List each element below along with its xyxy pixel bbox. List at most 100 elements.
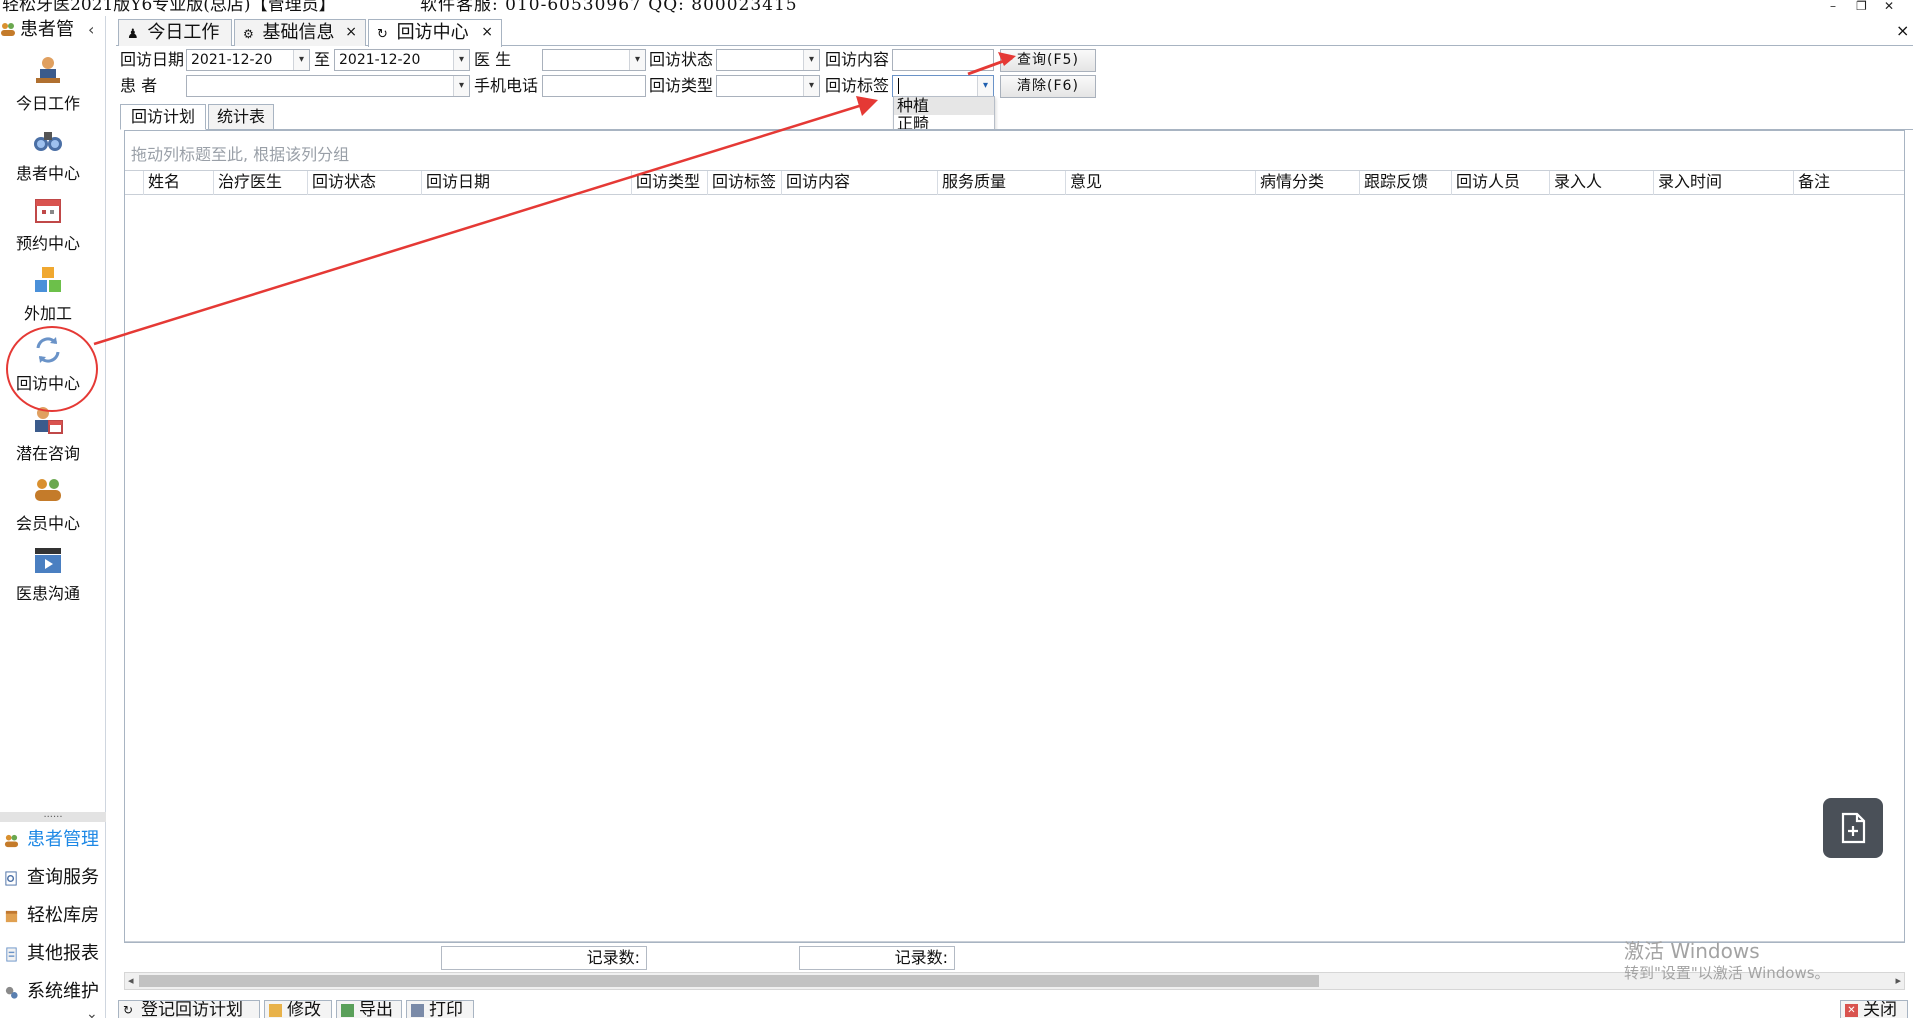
- sidebar-item-label: 患者中心: [15, 164, 80, 183]
- sidebar-item-appointment[interactable]: 预约中心: [0, 194, 96, 264]
- sidebar-header-label: 患者管: [20, 19, 74, 40]
- toolbar-label: 打印: [429, 1000, 463, 1018]
- type-select[interactable]: ▾: [716, 75, 820, 97]
- gears-icon: [5, 986, 18, 999]
- col-header[interactable]: 病情分类: [1255, 171, 1359, 195]
- scrollbar-thumb[interactable]: [139, 975, 1319, 987]
- sidebar-item-external-processing[interactable]: 外加工: [0, 264, 96, 334]
- chevron-down-icon[interactable]: ▾: [629, 50, 645, 70]
- clear-button[interactable]: 清除(F6): [1000, 75, 1096, 98]
- person-desk-icon: ♟: [127, 27, 139, 42]
- chevron-down-icon[interactable]: ▾: [803, 50, 819, 70]
- close-window-button[interactable]: ✕: [1884, 0, 1894, 12]
- sidebar-splitter[interactable]: ......: [0, 810, 106, 822]
- content-input[interactable]: [892, 49, 994, 71]
- refresh-icon: ↻: [377, 27, 388, 42]
- status-select[interactable]: ▾: [716, 49, 820, 71]
- date-from-picker[interactable]: 2021-12-20 ▾: [186, 49, 310, 71]
- patient-select[interactable]: ▾: [186, 75, 470, 97]
- sidebar-item-today-work[interactable]: 今日工作: [0, 54, 96, 124]
- toolbar-label: 导出: [359, 1000, 393, 1018]
- binoculars-icon: [34, 132, 62, 151]
- document-tabs: ♟ 今日工作 ⚙ 基础信息 × ↻ 回访中心 × ×: [116, 16, 1913, 47]
- tab-followup-plan[interactable]: 回访计划: [120, 104, 206, 130]
- col-header[interactable]: 回访内容: [781, 171, 937, 195]
- col-header[interactable]: 回访日期: [421, 171, 631, 195]
- section-label: 患者管理: [27, 829, 99, 850]
- col-header[interactable]: 服务质量: [937, 171, 1065, 195]
- to-label: 至: [314, 50, 331, 69]
- sidebar-section-patient-management[interactable]: 患者管理: [0, 825, 106, 855]
- minimize-button[interactable]: –: [1830, 0, 1836, 12]
- annotation-circle: [6, 326, 98, 412]
- sidebar-section-warehouse[interactable]: 轻松库房: [0, 901, 106, 931]
- print-button[interactable]: 打印: [406, 1000, 474, 1018]
- tab-basic-info[interactable]: ⚙ 基础信息 ×: [234, 19, 366, 46]
- col-header[interactable]: 回访人员: [1451, 171, 1549, 195]
- chevron-down-icon[interactable]: ▾: [453, 76, 469, 96]
- col-header[interactable]: 备注: [1793, 171, 1904, 195]
- sidebar-more-button[interactable]: ⌄: [86, 1006, 98, 1018]
- group-icon: [35, 479, 61, 501]
- register-followup-plan-button[interactable]: ↻ 登记回访计划: [118, 1000, 260, 1018]
- sidebar-section-system-maintenance[interactable]: 系统维护: [0, 977, 106, 1007]
- date-to-value: 2021-12-20: [339, 52, 421, 68]
- toolbar-label: 登记回访计划: [141, 1000, 243, 1018]
- tab-statistics[interactable]: 统计表: [208, 104, 274, 130]
- tag-select[interactable]: ​ ▾: [892, 75, 994, 97]
- clapperboard-icon: [35, 548, 61, 573]
- text-caret: ​: [898, 78, 899, 94]
- sidebar-item-doctor-patient-comm[interactable]: 医患沟通: [0, 544, 96, 614]
- scroll-left-icon[interactable]: ◂: [128, 973, 134, 989]
- doctor-select[interactable]: ▾: [542, 49, 646, 71]
- chevron-down-icon[interactable]: ▾: [977, 76, 993, 96]
- sidebar-item-potential-consult[interactable]: 潜在咨询: [0, 404, 96, 474]
- tab-close-button[interactable]: ×: [345, 20, 357, 45]
- folder-edit-icon: [269, 1004, 282, 1017]
- restore-button[interactable]: ❐: [1856, 0, 1867, 12]
- date-to-picker[interactable]: 2021-12-20 ▾: [334, 49, 470, 71]
- chevron-down-icon[interactable]: ▾: [803, 76, 819, 96]
- scroll-right-icon[interactable]: ▸: [1895, 973, 1901, 989]
- sidebar-section-other-reports[interactable]: 其他报表: [0, 939, 106, 969]
- phone-input[interactable]: [542, 75, 646, 97]
- sidebar-header: 患者管 ‹: [0, 16, 106, 44]
- type-label: 回访类型: [649, 76, 714, 95]
- tab-followup-center[interactable]: ↻ 回访中心 ×: [368, 19, 502, 47]
- col-header[interactable]: 治疗医生: [213, 171, 307, 195]
- sidebar-item-patient-center[interactable]: 患者中心: [0, 124, 96, 194]
- sidebar-item-label: 医患沟通: [15, 584, 80, 603]
- content-label: 回访内容: [825, 50, 890, 69]
- sidebar-section-query-service[interactable]: 查询服务: [0, 863, 106, 893]
- box-icon: [5, 910, 18, 923]
- section-label: 其他报表: [27, 943, 99, 964]
- col-header[interactable]: 录入时间: [1653, 171, 1793, 195]
- sidebar-collapse-button[interactable]: ‹: [88, 16, 94, 44]
- chevron-down-icon[interactable]: ▾: [293, 50, 309, 70]
- followup-date-label: 回访日期: [120, 50, 185, 69]
- sidebar-item-member-center[interactable]: 会员中心: [0, 474, 96, 544]
- tab-today-work[interactable]: ♟ 今日工作: [118, 19, 232, 46]
- new-document-button[interactable]: [1823, 798, 1883, 858]
- query-button[interactable]: 查询(F5): [1000, 49, 1096, 72]
- chevron-down-icon[interactable]: ▾: [453, 50, 469, 70]
- col-header[interactable]: 意见: [1065, 171, 1255, 195]
- close-all-tabs-button[interactable]: ×: [1896, 21, 1909, 40]
- section-label: 轻松库房: [27, 905, 99, 926]
- col-header[interactable]: 回访标签: [707, 171, 781, 195]
- col-header[interactable]: 回访类型: [631, 171, 707, 195]
- section-label: 系统维护: [27, 981, 99, 1002]
- group-by-area[interactable]: 拖动列标题至此, 根据该列分组: [125, 131, 1904, 171]
- sidebar-item-label: 潜在咨询: [15, 444, 80, 463]
- col-header[interactable]: 回访状态: [307, 171, 421, 195]
- export-button[interactable]: 导出: [336, 1000, 402, 1018]
- col-header[interactable]: 跟踪反馈: [1359, 171, 1451, 195]
- edit-button[interactable]: 修改: [264, 1000, 332, 1018]
- col-header[interactable]: 录入人: [1549, 171, 1653, 195]
- filter-panel: 回访日期 2021-12-20 ▾ 至 2021-12-20 ▾ 医 生 ▾ 回…: [116, 46, 1913, 102]
- activation-watermark-text: 转到"设置"以激活 Windows。: [1624, 964, 1830, 982]
- tab-close-button[interactable]: ×: [481, 20, 493, 45]
- col-header[interactable]: 姓名: [143, 171, 213, 195]
- close-button[interactable]: ✕ 关闭: [1840, 1000, 1908, 1018]
- cubes-icon: [35, 267, 61, 292]
